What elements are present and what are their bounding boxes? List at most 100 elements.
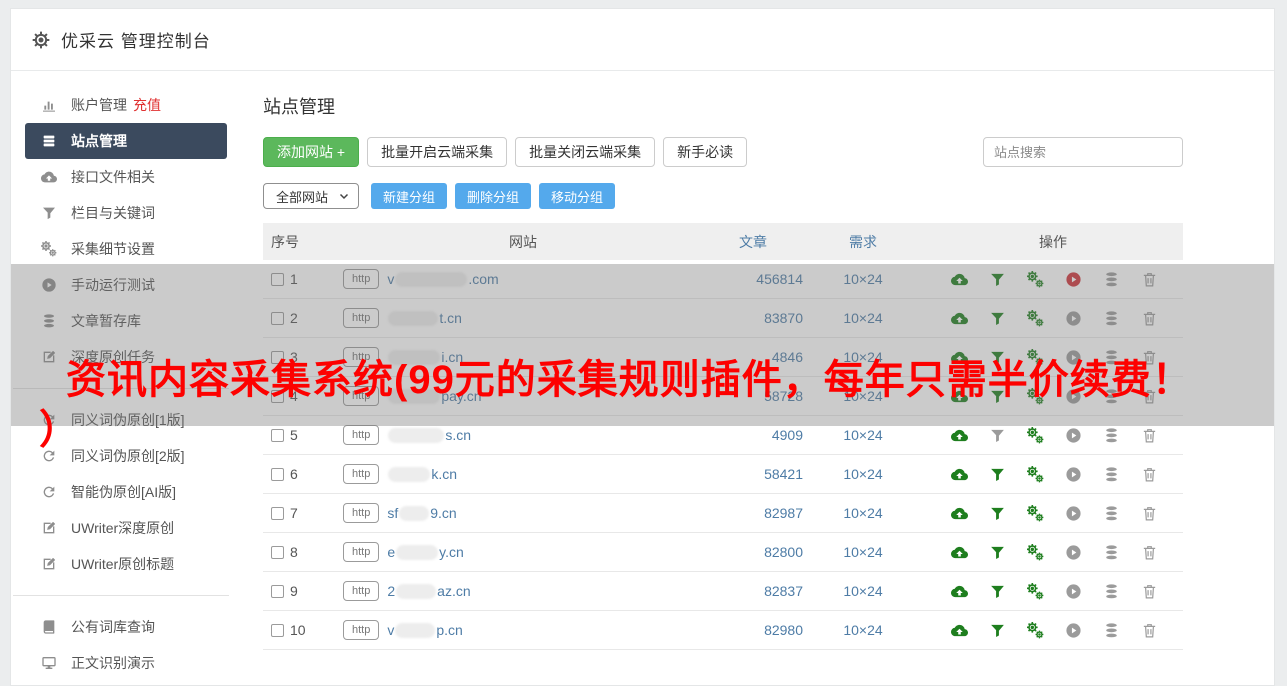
site-domain-link[interactable]: k.cn — [387, 466, 457, 482]
site-domain-link[interactable]: 2 az.cn — [387, 583, 470, 599]
filter-icon[interactable] — [989, 505, 1006, 522]
filter-icon[interactable] — [989, 388, 1006, 405]
database-icon[interactable] — [1103, 310, 1120, 327]
site-search-input[interactable] — [983, 137, 1183, 167]
play-icon[interactable] — [1065, 466, 1082, 483]
move-group-button[interactable]: 移动分组 — [539, 183, 616, 209]
sidebar-item-database[interactable]: 文章暂存库 — [11, 303, 253, 339]
play-icon[interactable] — [1065, 388, 1082, 405]
sidebar-item-monitor[interactable]: 正文识别演示 — [11, 645, 253, 681]
sidebar-item-refresh[interactable]: 同义词伪原创[1版] — [11, 402, 253, 438]
row-checkbox[interactable] — [271, 428, 284, 442]
delete-group-button[interactable]: 删除分组 — [455, 183, 532, 209]
filter-icon[interactable] — [989, 622, 1006, 639]
trash-icon[interactable] — [1141, 271, 1158, 288]
sidebar-item-bar-chart[interactable]: 账户管理 充值 — [11, 87, 253, 123]
recharge-link[interactable]: 充值 — [133, 95, 161, 115]
sidebar-item-edit[interactable]: 深度原创任务 — [11, 339, 253, 375]
play-icon[interactable] — [1065, 544, 1082, 561]
beginner-guide-button[interactable]: 新手必读 — [663, 137, 748, 167]
filter-icon[interactable] — [989, 349, 1006, 366]
sidebar-item-filter[interactable]: 栏目与关键词 — [11, 195, 253, 231]
sidebar-item-refresh[interactable]: 同义词伪原创[2版] — [11, 438, 253, 474]
database-icon[interactable] — [1103, 388, 1120, 405]
filter-icon[interactable] — [989, 466, 1006, 483]
cloud-upload-icon[interactable] — [951, 583, 968, 600]
play-icon[interactable] — [1065, 349, 1082, 366]
gears-icon[interactable] — [1027, 427, 1044, 444]
sidebar-item-cloud-upload[interactable]: 接口文件相关 — [11, 159, 253, 195]
sidebar-item-edit[interactable]: UWriter深度原创 — [11, 510, 253, 546]
trash-icon[interactable] — [1141, 349, 1158, 366]
row-checkbox[interactable] — [271, 584, 284, 598]
play-icon[interactable] — [1065, 622, 1082, 639]
cloud-upload-icon[interactable] — [951, 427, 968, 444]
cloud-upload-icon[interactable] — [951, 388, 968, 405]
trash-icon[interactable] — [1141, 622, 1158, 639]
sidebar-item-play[interactable]: 手动运行测试 — [11, 267, 253, 303]
site-group-select[interactable]: 全部网站 — [263, 183, 360, 209]
gears-icon[interactable] — [1027, 583, 1044, 600]
gears-icon[interactable] — [1027, 310, 1044, 327]
cloud-upload-icon[interactable] — [951, 466, 968, 483]
site-domain-link[interactable]: i.cn — [387, 349, 463, 365]
trash-icon[interactable] — [1141, 466, 1158, 483]
play-icon[interactable] — [1065, 505, 1082, 522]
row-checkbox[interactable] — [271, 545, 284, 559]
row-checkbox[interactable] — [271, 623, 284, 637]
sidebar-item-gears[interactable]: 采集细节设置 — [11, 231, 253, 267]
trash-icon[interactable] — [1141, 544, 1158, 561]
site-domain-link[interactable]: t.cn — [387, 310, 462, 326]
database-icon[interactable] — [1103, 349, 1120, 366]
site-domain-link[interactable]: e y.cn — [387, 544, 463, 560]
batch-disable-cloud-button[interactable]: 批量关闭云端采集 — [515, 137, 656, 167]
database-icon[interactable] — [1103, 505, 1120, 522]
row-checkbox[interactable] — [271, 350, 284, 364]
sidebar-item-edit[interactable]: UWriter原创标题 — [11, 546, 253, 582]
filter-icon[interactable] — [989, 583, 1006, 600]
database-icon[interactable] — [1103, 544, 1120, 561]
cloud-upload-icon[interactable] — [951, 271, 968, 288]
play-icon[interactable] — [1065, 310, 1082, 327]
gears-icon[interactable] — [1027, 466, 1044, 483]
gears-icon[interactable] — [1027, 544, 1044, 561]
site-domain-link[interactable]: sf 9.cn — [387, 505, 456, 521]
gears-icon[interactable] — [1027, 388, 1044, 405]
site-domain-link[interactable]: v p.cn — [387, 622, 462, 638]
play-icon[interactable] — [1065, 427, 1082, 444]
site-domain-link[interactable]: s.cn — [387, 427, 471, 443]
new-group-button[interactable]: 新建分组 — [371, 183, 448, 209]
site-domain-link[interactable]: pay.cn — [387, 388, 482, 404]
sidebar-item-book[interactable]: 公有词库查询 — [11, 609, 253, 645]
filter-icon[interactable] — [989, 427, 1006, 444]
row-checkbox[interactable] — [271, 272, 284, 286]
cloud-upload-icon[interactable] — [951, 310, 968, 327]
play-icon[interactable] — [1065, 583, 1082, 600]
add-website-button[interactable]: 添加网站 + — [263, 137, 360, 167]
gears-icon[interactable] — [1027, 505, 1044, 522]
database-icon[interactable] — [1103, 622, 1120, 639]
database-icon[interactable] — [1103, 427, 1120, 444]
site-domain-link[interactable]: v .com — [387, 271, 498, 287]
cloud-upload-icon[interactable] — [951, 544, 968, 561]
batch-enable-cloud-button[interactable]: 批量开启云端采集 — [367, 137, 508, 167]
gears-icon[interactable] — [1027, 622, 1044, 639]
cloud-upload-icon[interactable] — [951, 349, 968, 366]
database-icon[interactable] — [1103, 466, 1120, 483]
filter-icon[interactable] — [989, 310, 1006, 327]
play-icon[interactable] — [1065, 271, 1082, 288]
row-checkbox[interactable] — [271, 311, 284, 325]
database-icon[interactable] — [1103, 271, 1120, 288]
database-icon[interactable] — [1103, 583, 1120, 600]
row-checkbox[interactable] — [271, 467, 284, 481]
cloud-upload-icon[interactable] — [951, 505, 968, 522]
trash-icon[interactable] — [1141, 427, 1158, 444]
trash-icon[interactable] — [1141, 505, 1158, 522]
filter-icon[interactable] — [989, 544, 1006, 561]
sidebar-item-refresh[interactable]: 智能伪原创[AI版] — [11, 474, 253, 510]
sidebar-item-server[interactable]: 站点管理 — [25, 123, 227, 159]
filter-icon[interactable] — [989, 271, 1006, 288]
row-checkbox[interactable] — [271, 389, 284, 403]
trash-icon[interactable] — [1141, 583, 1158, 600]
gears-icon[interactable] — [1027, 271, 1044, 288]
